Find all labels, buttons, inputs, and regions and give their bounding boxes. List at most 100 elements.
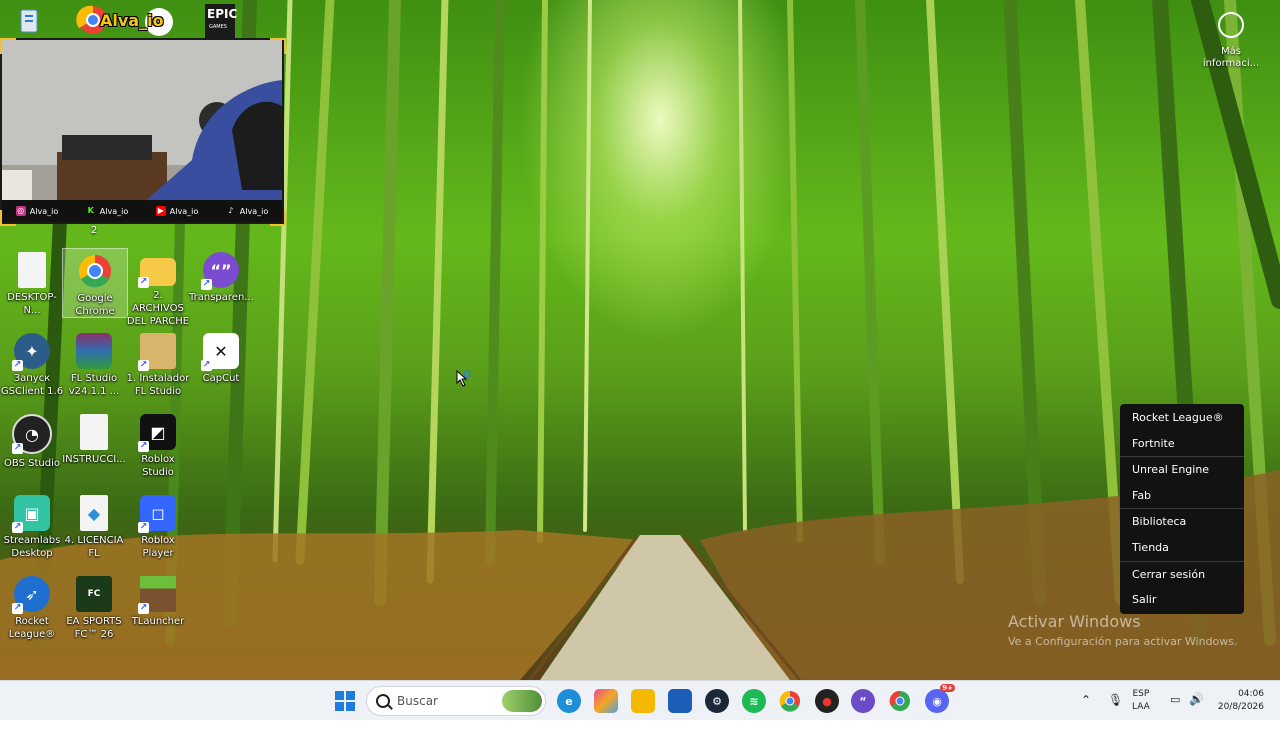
desktop-icon-label: INSTRUCCI...	[62, 454, 126, 465]
search-placeholder: Buscar	[397, 694, 438, 708]
record-icon: ●	[822, 694, 832, 708]
rocket-league-icon: ➶ ↗	[12, 576, 50, 614]
edge-icon: e	[565, 694, 573, 708]
desktop-icon-licencia-fl[interactable]: ◆ 4. LICENCIA FL	[62, 491, 126, 560]
menu-item-biblioteca[interactable]: Biblioteca	[1120, 509, 1244, 535]
installer-icon: ↗	[138, 333, 176, 371]
menu-item-fortnite[interactable]: Fortnite	[1120, 431, 1244, 457]
social-tiktok: ♪ Alva_io	[225, 206, 269, 216]
step-number: 2	[91, 225, 98, 236]
desktop-icon-label: Rocket League®	[8, 616, 56, 640]
desktop-icon-roblox-studio[interactable]: ◩ ↗ Roblox Studio	[126, 410, 190, 479]
desktop-icon-label: CapCut	[202, 373, 240, 384]
menu-item-salir[interactable]: Salir	[1120, 587, 1244, 613]
network-icon[interactable]: ▭	[1170, 693, 1180, 733]
youtube-icon: ▶	[155, 206, 166, 216]
desktop-icon-label: Google Chrome	[75, 293, 115, 317]
capcut-icon: ✕ ↗	[201, 333, 239, 371]
volume-icon[interactable]: 🔊	[1189, 692, 1204, 732]
winrar-icon	[76, 333, 112, 369]
channel-name: Alva_io	[100, 11, 164, 30]
desktop-icon-label: DESKTOP-N...	[7, 292, 57, 316]
instagram-icon: ◎	[15, 206, 26, 216]
desktop-icon-instrucciones[interactable]: INSTRUCCI...	[62, 410, 126, 466]
minecraft-block-icon: ↗	[138, 576, 176, 614]
menu-item-tienda[interactable]: Tienda	[1120, 535, 1244, 561]
epic-games-tray-menu: Rocket League® Fortnite Unreal Engine Fa…	[1120, 404, 1244, 614]
frame-corner	[0, 210, 16, 226]
watermark-title: Activar Windows	[1008, 612, 1141, 631]
steam-button[interactable]: ⚙	[705, 689, 729, 713]
desktop-icon-instalador-fl[interactable]: ↗ 1. Instalador FL Studio	[126, 329, 190, 398]
input-language-indicator[interactable]: ESP LAA	[1132, 688, 1150, 728]
desktop-icon-label: 4. LICENCIA FL	[64, 535, 124, 559]
desktop-icon-capcut[interactable]: ✕ ↗ CapCut	[189, 329, 253, 385]
desktop-icon-gsclient[interactable]: ✦ ↗ Запуск GSClient 1.6	[0, 329, 64, 398]
clock[interactable]: 04:06 20/8/2026	[1216, 688, 1264, 728]
clock-date: 20/8/2026	[1217, 702, 1264, 712]
desktop-icon-label: 1. Instalador FL Studio	[126, 373, 190, 397]
desktop-icon-label: EA SPORTS FC™ 26	[66, 616, 122, 640]
epic-games-icon[interactable]: EPIC GAMES	[203, 4, 238, 38]
desktop-icon-archivos-del-parche[interactable]: ↗ 2. ARCHIVOS DEL PARCHE	[126, 248, 190, 328]
menu-item-cerrar-sesion[interactable]: Cerrar sesión	[1120, 562, 1244, 588]
menu-item-fab[interactable]: Fab	[1120, 483, 1244, 509]
taskbar: Buscar e ⚙ ≋ ● “ ◉ 9+ ⌃ 🎙 ESP LAA ▭ 🔊 04…	[0, 680, 1280, 720]
desktop-icon-obs-studio[interactable]: ◔ ↗ OBS Studio	[0, 410, 64, 470]
notification-badge: 9+	[940, 684, 955, 692]
chrome-icon	[889, 690, 910, 711]
windows-logo-icon	[335, 691, 355, 711]
menu-item-unreal-engine[interactable]: Unreal Engine	[1120, 457, 1244, 483]
desktop-icon-transparent[interactable]: “” ↗ Transparen...	[189, 248, 254, 304]
chat-bubble-icon: “” ↗	[201, 252, 239, 290]
chrome-taskbar-button[interactable]	[778, 689, 802, 713]
recorder-button[interactable]: ●	[815, 689, 839, 713]
desktop-icon-desktop-ini[interactable]: DESKTOP-N...	[0, 248, 64, 317]
desktop-icon-fl-studio[interactable]: FL Studio v24.1.1 ...	[62, 329, 126, 398]
discord-button[interactable]: ◉ 9+	[925, 684, 955, 713]
desktop-icon-label: TLauncher	[131, 616, 185, 627]
streamlabs-icon: ▣ ↗	[12, 495, 50, 533]
chrome-profile-button[interactable]	[888, 689, 912, 713]
camera-info-icon	[1218, 12, 1244, 38]
social-label: Alva_io	[99, 206, 129, 216]
desktop-icon-label: OBS Studio	[4, 458, 60, 469]
recycle-bin-icon[interactable]	[12, 4, 46, 36]
more-info-button[interactable]: Más informaci...	[1200, 12, 1262, 70]
desktop-icon-rocket-league[interactable]: ➶ ↗ Rocket League®	[0, 572, 64, 641]
desktop-icon-label: Roblox Player	[141, 535, 175, 559]
desktop-icon-ea-fc-26[interactable]: FC EA SPORTS FC™ 26	[62, 572, 126, 641]
counter-strike-icon: ✦ ↗	[12, 333, 50, 371]
microphone-icon[interactable]: 🎙	[1108, 693, 1123, 733]
app-button[interactable]	[668, 689, 692, 713]
taskbar-search-input[interactable]: Buscar	[366, 686, 546, 716]
desktop-icon-label: Запуск GSClient 1.6	[0, 373, 64, 397]
desktop-icon-roblox-player[interactable]: ◻ ↗ Roblox Player	[126, 491, 190, 560]
social-label: Alva_io	[239, 206, 269, 216]
search-icon	[376, 694, 390, 708]
clock-time: 04:06	[1238, 689, 1264, 699]
chat-bubble-icon: “	[859, 694, 867, 708]
desktop-icon-streamlabs[interactable]: ▣ ↗ Streamlabs Desktop	[0, 491, 64, 560]
activation-watermark: Activar Windows Ve a Configuración para …	[1008, 612, 1238, 648]
start-button[interactable]	[333, 689, 357, 713]
desktop-icon-google-chrome[interactable]: Google Chrome	[62, 248, 128, 318]
social-instagram: ◎ Alva_io	[15, 206, 58, 216]
social-label: Alva_io	[169, 206, 199, 216]
file-explorer-button[interactable]	[631, 689, 655, 713]
chrome-icon	[779, 690, 800, 712]
ms-store-button[interactable]	[594, 689, 618, 713]
epic-logo-text: EPIC	[207, 7, 238, 21]
webcam-overlay: ◎ Alva_io K Alva_io ▶ Alva_io ♪ Alva_io	[0, 38, 284, 224]
spotify-button[interactable]: ≋	[742, 689, 766, 713]
spotify-icon: ≋	[749, 694, 759, 708]
show-hidden-icons-chevron-up-icon[interactable]: ⌃	[1081, 693, 1091, 733]
edge-button[interactable]: e	[557, 689, 581, 713]
obs-icon: ◔ ↗	[12, 414, 52, 454]
desktop-icon-tlauncher[interactable]: ↗ TLauncher	[126, 572, 190, 628]
roblox-icon: ◻ ↗	[138, 495, 176, 533]
menu-item-rocket-league[interactable]: Rocket League®	[1120, 405, 1244, 431]
desktop-icon-label: Streamlabs Desktop	[3, 535, 61, 559]
chat-app-button[interactable]: “	[851, 689, 875, 713]
chrome-icon	[77, 253, 113, 289]
